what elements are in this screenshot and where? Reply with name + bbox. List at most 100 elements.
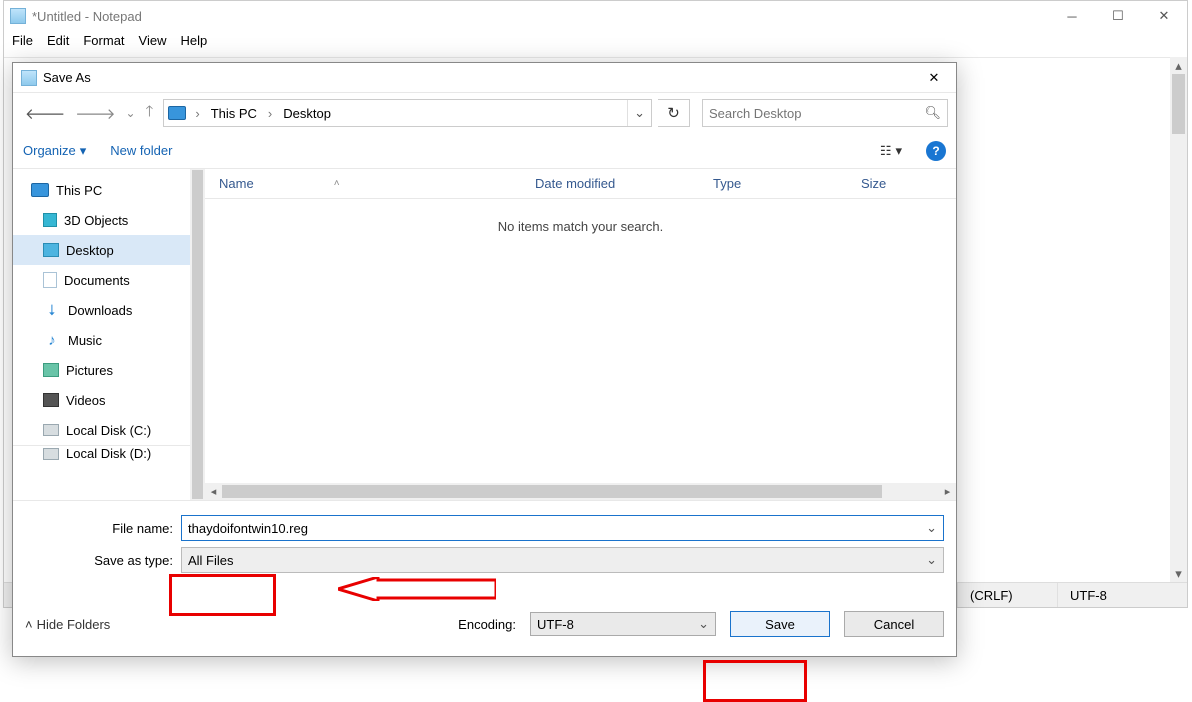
encoding-label: Encoding: [458, 617, 516, 632]
nav-back-icon[interactable]: 🡐 [25, 104, 65, 123]
status-lineending: (CRLF) [957, 583, 1057, 607]
dialog-title: Save As [43, 70, 91, 85]
nav-item-videos[interactable]: Videos [13, 385, 190, 415]
encoding-value: UTF-8 [537, 617, 574, 632]
dialog-navrow: 🡐 🡒 ⌄ 🡑 › This PC › Desktop ⌄ ↻ 🔍︎ [13, 93, 956, 133]
nav-item-label: Music [68, 333, 102, 348]
navigation-pane: This PC 3D Objects Desktop Documents ⭣ D… [13, 169, 205, 500]
nav-item-desktop[interactable]: Desktop [13, 235, 190, 265]
refresh-button[interactable]: ↻ [658, 99, 690, 127]
column-size[interactable]: Size [861, 176, 906, 191]
view-mode-button[interactable]: ☷ ▾ [880, 143, 902, 159]
address-dropdown-icon[interactable]: ⌄ [627, 100, 651, 126]
hide-folders-button[interactable]: ˄ Hide Folders [25, 617, 110, 632]
sort-asc-icon: ˄ [334, 178, 340, 189]
downloads-icon: ⭣ [43, 301, 61, 319]
pc-icon [168, 106, 186, 120]
scroll-thumb[interactable] [192, 170, 203, 499]
chevron-right-icon[interactable]: › [265, 106, 275, 121]
save-as-type-label: Save as type: [25, 553, 173, 568]
nav-item-local-disk-d[interactable]: Local Disk (D:) [13, 445, 190, 461]
chevron-down-icon[interactable]: ⌄ [920, 520, 937, 536]
nav-up-icon[interactable]: 🡑 [146, 101, 154, 126]
file-list-pane: Name ˄ Date modified Type Size No items … [205, 169, 956, 500]
pc-icon [31, 183, 49, 197]
scroll-down-icon[interactable]: ▾ [1170, 565, 1187, 582]
notepad-vscrollbar[interactable]: ▴ ▾ [1170, 57, 1187, 582]
close-button[interactable]: ✕ [1141, 1, 1187, 31]
nav-item-documents[interactable]: Documents [13, 265, 190, 295]
menu-view[interactable]: View [139, 33, 167, 51]
pictures-icon [43, 363, 59, 377]
nav-pane-scrollbar[interactable] [190, 169, 205, 500]
breadcrumb-root[interactable]: This PC [209, 106, 259, 121]
column-name[interactable]: Name ˄ [219, 176, 535, 191]
nav-item-label: Desktop [66, 243, 114, 258]
dialog-titlebar: Save As ✕ [13, 63, 956, 93]
menu-help[interactable]: Help [180, 33, 207, 51]
disk-icon [43, 448, 59, 460]
nav-item-local-disk-c[interactable]: Local Disk (C:) [13, 415, 190, 445]
form-area: File name: ⌄ Save as type: All Files ⌄ [13, 501, 956, 585]
help-button[interactable]: ? [926, 141, 946, 161]
scroll-thumb[interactable] [222, 485, 882, 498]
menu-file[interactable]: File [12, 33, 33, 51]
nav-history-icon[interactable]: ⌄ [125, 106, 135, 120]
breadcrumb-leaf[interactable]: Desktop [281, 106, 333, 121]
nav-item-3d-objects[interactable]: 3D Objects [13, 205, 190, 235]
column-type[interactable]: Type [713, 176, 861, 191]
save-as-type-select[interactable]: All Files ⌄ [181, 547, 944, 573]
scroll-left-icon[interactable]: ◂ [205, 485, 222, 498]
nav-item-this-pc[interactable]: This PC [13, 175, 190, 205]
maximize-button[interactable]: ☐ [1095, 1, 1141, 31]
status-encoding: UTF-8 [1057, 583, 1187, 607]
cancel-button[interactable]: Cancel [844, 611, 944, 637]
file-name-input[interactable] [188, 521, 920, 536]
column-headers: Name ˄ Date modified Type Size [205, 169, 956, 199]
nav-item-label: This PC [56, 183, 102, 198]
dialog-close-button[interactable]: ✕ [912, 63, 956, 93]
save-button[interactable]: Save [730, 611, 830, 637]
encoding-select[interactable]: UTF-8 ⌄ [530, 612, 716, 636]
search-input[interactable] [709, 106, 924, 121]
3d-objects-icon [43, 213, 57, 227]
nav-item-label: Downloads [68, 303, 132, 318]
column-date[interactable]: Date modified [535, 176, 713, 191]
chevron-right-icon[interactable]: › [192, 106, 202, 121]
file-pane-hscrollbar[interactable]: ◂ ▸ [205, 483, 956, 500]
dialog-toolbar: Organize ▾ New folder ☷ ▾ ? [13, 133, 956, 169]
menu-edit[interactable]: Edit [47, 33, 69, 51]
search-icon[interactable]: 🔍︎ [924, 105, 941, 121]
chevron-up-icon: ˄ [25, 617, 33, 632]
hide-folders-label: Hide Folders [37, 617, 111, 632]
nav-item-downloads[interactable]: ⭣ Downloads [13, 295, 190, 325]
minimize-button[interactable]: ─ [1049, 1, 1095, 31]
notepad-menubar: File Edit Format View Help [4, 31, 1187, 53]
save-as-type-value: All Files [188, 553, 234, 568]
desktop-icon [43, 243, 59, 257]
organize-button[interactable]: Organize ▾ [23, 143, 86, 159]
nav-forward-icon[interactable]: 🡒 [75, 104, 115, 123]
notepad-title: *Untitled - Notepad [32, 9, 142, 24]
nav-item-music[interactable]: ♪ Music [13, 325, 190, 355]
file-name-label: File name: [25, 521, 173, 536]
search-box[interactable]: 🔍︎ [702, 99, 948, 127]
chevron-down-icon: ⌄ [698, 616, 709, 632]
disk-icon [43, 424, 59, 436]
notepad-icon [10, 8, 26, 24]
nav-item-label: Local Disk (C:) [66, 423, 151, 438]
column-label: Name [219, 176, 254, 191]
menu-format[interactable]: Format [83, 33, 124, 51]
videos-icon [43, 393, 59, 407]
scroll-thumb[interactable] [1172, 74, 1185, 134]
empty-message: No items match your search. [205, 199, 956, 254]
scroll-up-icon[interactable]: ▴ [1170, 57, 1187, 74]
nav-item-label: 3D Objects [64, 213, 128, 228]
dialog-bottom-bar: ˄ Hide Folders Encoding: UTF-8 ⌄ Save Ca… [13, 585, 956, 649]
scroll-right-icon[interactable]: ▸ [939, 485, 956, 498]
nav-item-label: Videos [66, 393, 106, 408]
new-folder-button[interactable]: New folder [110, 143, 172, 158]
nav-item-pictures[interactable]: Pictures [13, 355, 190, 385]
address-bar[interactable]: › This PC › Desktop ⌄ [163, 99, 652, 127]
file-name-field[interactable]: ⌄ [181, 515, 944, 541]
